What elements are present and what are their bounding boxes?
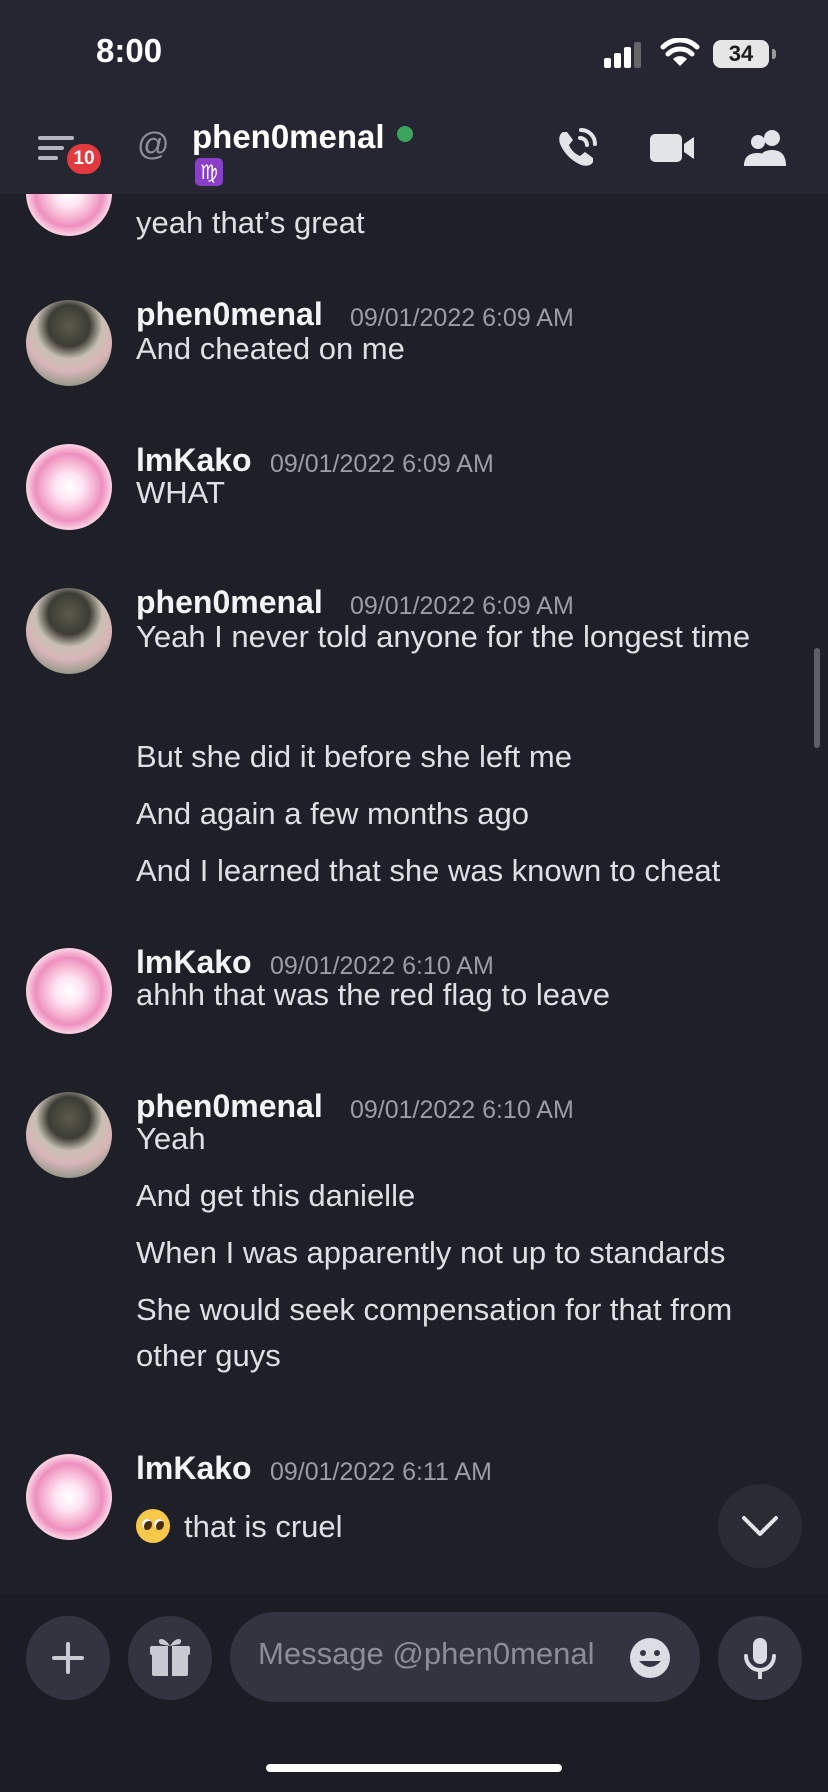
message-text: When I was apparently not up to standard… xyxy=(136,1235,726,1270)
message-timestamp: 09/01/2022 6:11 AM xyxy=(270,1458,492,1486)
voice-message-button[interactable] xyxy=(718,1616,802,1700)
gift-icon xyxy=(150,1639,190,1676)
message-text: And again a few months ago xyxy=(136,796,529,831)
message-input-placeholder: Message @phen0menal xyxy=(258,1636,595,1671)
message-input[interactable]: Message @phen0menal xyxy=(230,1612,700,1702)
jump-to-latest-button[interactable] xyxy=(718,1484,802,1568)
pleading-face-emoji xyxy=(136,1509,170,1543)
message-text: ahhh that was the red flag to leave xyxy=(136,977,610,1012)
avatar[interactable] xyxy=(26,948,112,1034)
message-text: But she did it before she left me xyxy=(136,739,572,774)
message-text: Yeah xyxy=(136,1121,206,1156)
avatar[interactable] xyxy=(26,1454,112,1540)
cellular-signal-icon xyxy=(604,42,641,68)
message-text: And I learned that she was known to chea… xyxy=(136,853,721,888)
plus-icon xyxy=(52,1642,84,1674)
message-composer: Message @phen0menal xyxy=(0,1594,828,1792)
avatar[interactable] xyxy=(26,1092,112,1178)
online-status-dot xyxy=(397,126,413,142)
video-icon[interactable] xyxy=(650,132,696,164)
message-text: And get this danielle xyxy=(136,1178,416,1213)
members-icon[interactable] xyxy=(742,128,790,168)
message-text: Yeah I never told anyone for the longest… xyxy=(136,619,751,654)
message-list[interactable]: yeah that’s great phen0menal 09/01/2022 … xyxy=(0,194,828,1594)
message-author[interactable]: lmKako xyxy=(136,1450,252,1487)
gift-button[interactable] xyxy=(128,1616,212,1700)
battery-indicator: 34 xyxy=(713,40,769,68)
message-text-content: that is cruel xyxy=(184,1509,343,1544)
battery-nub xyxy=(772,49,776,59)
add-attachment-button[interactable] xyxy=(26,1616,110,1700)
microphone-icon xyxy=(744,1638,776,1679)
avatar[interactable] xyxy=(26,194,112,236)
message-text: WHAT xyxy=(136,475,225,510)
avatar[interactable] xyxy=(26,588,112,674)
scrollbar[interactable] xyxy=(814,648,820,748)
message-text: that is cruel xyxy=(136,1504,796,1550)
call-icon[interactable] xyxy=(555,126,599,170)
message-text: yeah that’s great xyxy=(136,205,365,240)
recipient-name[interactable]: phen0menal xyxy=(192,118,385,156)
clock: 8:00 xyxy=(96,32,163,69)
status-bar: 8:00 34 xyxy=(0,0,828,108)
custom-status-emoji: ♍ xyxy=(195,158,223,186)
message-text: And cheated on me xyxy=(136,331,405,366)
dm-header: 10 @ phen0menal ♍ xyxy=(0,108,828,194)
avatar[interactable] xyxy=(26,444,112,530)
emoji-icon[interactable] xyxy=(628,1636,672,1680)
wifi-icon xyxy=(660,38,700,66)
unread-badge: 10 xyxy=(64,141,104,177)
chevron-down-icon xyxy=(742,1516,778,1536)
avatar[interactable] xyxy=(26,300,112,386)
at-icon: @ xyxy=(137,126,170,162)
message-text: She would seek compensation for that fro… xyxy=(136,1292,733,1373)
home-indicator[interactable] xyxy=(266,1764,562,1772)
